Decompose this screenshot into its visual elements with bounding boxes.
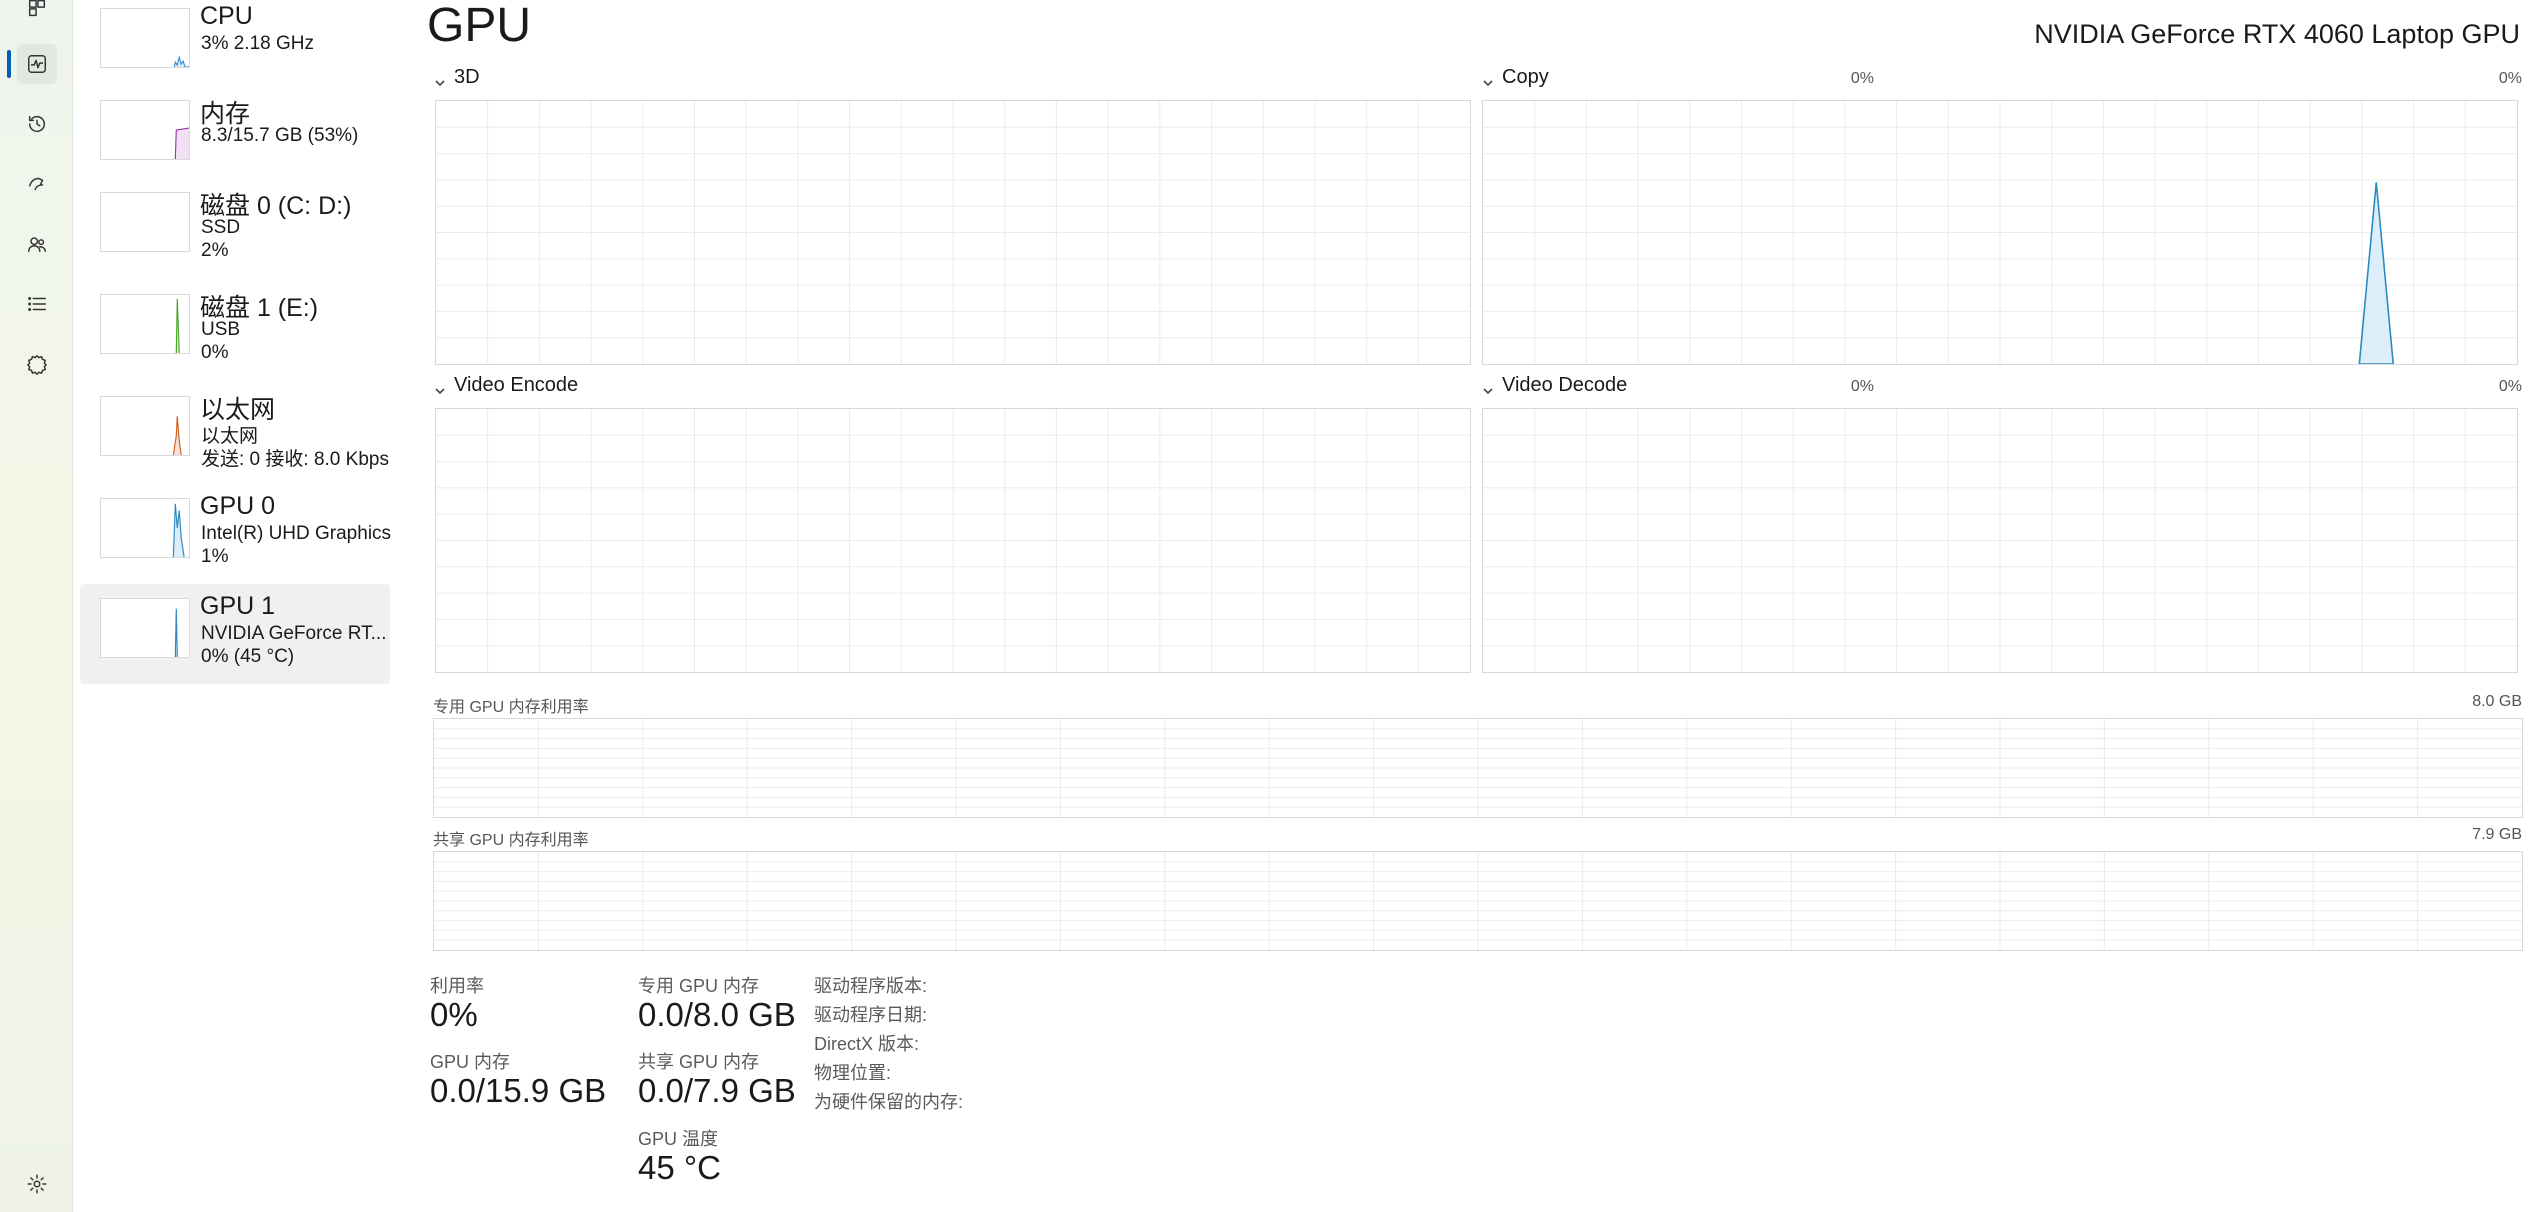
driver-version-label: 驱动程序版本: (814, 976, 928, 996)
gpu-memory-value: 0.0/15.9 GB (430, 1072, 607, 1109)
device-usage: 1% (201, 546, 229, 567)
gpu-memory-label: GPU 内存 (430, 1052, 511, 1072)
driver-date-label: 驱动程序日期: (814, 1005, 928, 1025)
graph-video-encode (435, 408, 1471, 673)
engine-name: Video Decode (1502, 374, 1628, 396)
dedicated-memory-value: 0.0/8.0 GB (638, 996, 796, 1033)
shared-memory-label: 共享 GPU 内存 (638, 1052, 760, 1072)
shared-memory-max: 7.9 GB (2472, 826, 2522, 843)
engine-selector-3d[interactable]: 3D (434, 66, 480, 89)
device-thumbnail (100, 294, 190, 354)
device-thumbnail (100, 192, 190, 252)
device-detail: NVIDIA GeForce RT... (201, 623, 387, 644)
chevron-down-icon (1482, 380, 1494, 394)
graph-gridlines (434, 852, 2522, 950)
graph-dedicated-memory (433, 718, 2523, 818)
device-item-gpu-1[interactable]: GPU 1 NVIDIA GeForce RT... 0% (45 °C) (80, 584, 390, 684)
dedicated-memory-graph-label: 专用 GPU 内存利用率 (433, 699, 589, 716)
device-list: CPU 3% 2.18 GHz 内存 8.3/15.7 GB (53%) 磁盘 … (74, 0, 394, 1212)
utilization-label: 利用率 (430, 976, 484, 996)
device-usage: 发送: 0 接收: 8.0 Kbps (201, 449, 389, 470)
engine-percent: 0% (2498, 70, 2522, 87)
directx-version-label: DirectX 版本: (814, 1034, 920, 1054)
engine-percent: 0% (1850, 378, 1874, 395)
graph-gridlines (434, 719, 2522, 817)
dedicated-memory-label: 专用 GPU 内存 (638, 976, 760, 996)
performance-icon[interactable] (17, 44, 57, 84)
utilization-value: 0% (430, 996, 478, 1033)
device-item-disk-1[interactable]: 磁盘 1 (E:) USB 0% (80, 286, 390, 386)
device-usage: 2% (201, 240, 229, 261)
engine-percent: 0% (1850, 70, 1874, 87)
device-name: GPU 1 (200, 592, 276, 620)
graph-shared-memory (433, 851, 2523, 951)
settings-icon[interactable] (17, 1164, 57, 1204)
device-thumbnail (100, 498, 190, 558)
device-thumbnail (100, 396, 190, 456)
engine-name: 3D (454, 66, 480, 88)
graph-gridlines (436, 409, 1470, 672)
nav-selected-indicator (7, 50, 11, 78)
hardware-reserved-memory-label: 为硬件保留的内存: (814, 1092, 964, 1112)
device-detail: USB (201, 319, 241, 340)
device-thumbnail (100, 100, 190, 160)
gpu-temperature-label: GPU 温度 (638, 1129, 719, 1149)
engine-name: Copy (1502, 66, 1549, 88)
processes-icon[interactable] (17, 0, 57, 28)
graph-3d (435, 100, 1471, 365)
chevron-down-icon (434, 380, 446, 394)
engine-selector-video-decode[interactable]: Video Decode (1482, 374, 1627, 397)
device-detail: SSD (201, 217, 241, 238)
device-name: GPU 0 (200, 492, 276, 520)
graph-gridlines (1483, 101, 2517, 364)
engine-name: Video Encode (454, 374, 579, 396)
device-usage: 0% (45 °C) (201, 646, 295, 667)
shared-memory-graph-label: 共享 GPU 内存利用率 (433, 832, 589, 849)
navigation-rail (0, 0, 73, 1212)
device-detail: Intel(R) UHD Graphics (201, 523, 392, 544)
engine-selector-video-encode[interactable]: Video Encode (434, 374, 578, 397)
graph-copy (1482, 100, 2518, 365)
graph-gridlines (436, 101, 1470, 364)
page-title: GPU (427, 0, 532, 52)
device-detail: 8.3/15.7 GB (53%) (201, 125, 359, 146)
gpu-temperature-value: 45 °C (638, 1149, 721, 1186)
startup-apps-icon[interactable] (17, 164, 57, 204)
device-item-disk-0[interactable]: 磁盘 0 (C: D:) SSD 2% (80, 184, 390, 284)
device-item-memory[interactable]: 内存 8.3/15.7 GB (53%) (80, 92, 390, 192)
device-item-cpu[interactable]: CPU 3% 2.18 GHz (80, 0, 390, 100)
device-item-ethernet[interactable]: 以太网 以太网 发送: 0 接收: 8.0 Kbps (80, 388, 390, 488)
dedicated-memory-max: 8.0 GB (2472, 693, 2522, 710)
engine-selector-copy[interactable]: Copy (1482, 66, 1549, 89)
device-thumbnail (100, 8, 190, 68)
gpu-model-name: NVIDIA GeForce RTX 4060 Laptop GPU (2034, 19, 2520, 49)
app-history-icon[interactable] (17, 104, 57, 144)
device-usage: 0% (201, 342, 229, 363)
device-item-gpu-0[interactable]: GPU 0 Intel(R) UHD Graphics 1% (80, 490, 392, 590)
details-icon[interactable] (17, 284, 57, 324)
device-detail: 3% 2.18 GHz (201, 33, 314, 54)
chevron-down-icon (434, 72, 446, 86)
chevron-down-icon (1482, 72, 1494, 86)
device-thumbnail (100, 598, 190, 658)
shared-memory-value: 0.0/7.9 GB (638, 1072, 796, 1109)
performance-panel: GPU NVIDIA GeForce RTX 4060 Laptop GPU 3… (394, 0, 2542, 1212)
physical-location-label: 物理位置: (814, 1063, 892, 1083)
graph-gridlines (1483, 409, 2517, 672)
device-name: CPU (200, 2, 253, 30)
engine-percent: 0% (2498, 378, 2522, 395)
copy-usage-spike (2358, 182, 2395, 364)
graph-video-decode (1482, 408, 2518, 673)
services-icon[interactable] (17, 344, 57, 384)
users-icon[interactable] (17, 224, 57, 264)
